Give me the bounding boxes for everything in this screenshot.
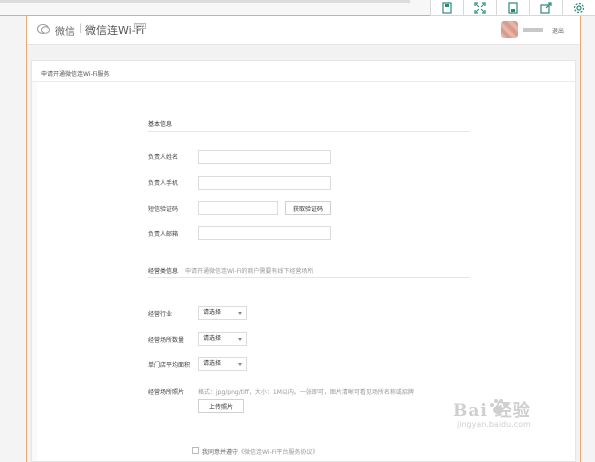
card-title: 申请开通微信连Wi-Fi服务: [41, 71, 110, 78]
agreement-prefix: 我同意并遵守: [202, 449, 239, 456]
agree-checkbox[interactable]: [192, 447, 199, 454]
card-side-strip: [32, 82, 37, 461]
email-input[interactable]: [198, 226, 331, 240]
agreement-link[interactable]: 《微信连Wi-Fi平台服务协议》: [238, 449, 318, 456]
floating-toolbar: [430, 0, 595, 16]
field-label-email: 负责人邮箱: [148, 231, 179, 238]
field-label-venue-count: 经营场所数量: [148, 337, 185, 344]
upload-photo-button[interactable]: 上传照片: [198, 399, 244, 413]
field-label-area: 单门店平均面积: [148, 362, 191, 369]
username-blurred[interactable]: [523, 28, 543, 32]
section-title-business: 经营类信息: [148, 268, 179, 275]
field-label-industry: 经营行业: [148, 311, 173, 318]
section-title-basic: 基本信息: [148, 121, 173, 128]
name-input[interactable]: [198, 150, 331, 164]
share-icon[interactable]: [529, 0, 562, 16]
sms-code-input[interactable]: [198, 201, 278, 215]
photo-hint: 格式：jpg/png/tiff，大小：1M以内。一张即可，图片清晰可看见场所名称…: [198, 389, 414, 396]
field-label-sms-code: 短信验证码: [148, 206, 179, 213]
logout-link[interactable]: 退出: [552, 26, 564, 35]
field-label-photo: 经营场所照片: [148, 389, 185, 396]
agreement-text: 我同意并遵守《微信连Wi-Fi平台服务协议》: [202, 447, 318, 456]
paw-icon: [490, 399, 507, 414]
avatar[interactable]: [501, 21, 518, 38]
industry-select-value: 请选择: [203, 309, 222, 316]
field-label-phone: 负责人手机: [148, 180, 179, 187]
industry-select[interactable]: 请选择: [198, 306, 247, 320]
section-divider: [148, 131, 470, 132]
section-divider: [148, 277, 470, 278]
settings-icon[interactable]: [562, 0, 595, 16]
fullscreen-icon[interactable]: [463, 0, 496, 16]
app-header: 微信 | 微信连Wi-Fi beta 退出: [27, 16, 580, 45]
phone-input[interactable]: [198, 176, 331, 190]
section-desc-business: 申请开通微信连Wi-Fi的商户需要有线下经营场所: [185, 268, 314, 275]
venue-count-select-value: 请选择: [203, 335, 222, 342]
venue-count-select[interactable]: 请选择: [198, 332, 247, 346]
save-icon[interactable]: [430, 0, 463, 16]
brand-separator: |: [79, 23, 83, 34]
field-label-name: 负责人姓名: [148, 154, 179, 161]
save-as-icon[interactable]: [496, 0, 529, 16]
area-select-value: 请选择: [203, 360, 222, 367]
watermark-url: jingyan.baidu.com: [457, 420, 531, 429]
chevron-down-icon: [238, 363, 242, 366]
chevron-down-icon: [238, 338, 242, 341]
baidu-jingyan-watermark: Bai 经验 jingyan.baidu.com: [453, 396, 568, 446]
get-code-button[interactable]: 获取验证码: [285, 201, 331, 215]
brand-name: 微信: [55, 27, 75, 38]
beta-badge: beta: [134, 23, 146, 29]
wechat-logo-icon: [37, 24, 50, 34]
address-bar-remnant: [0, 0, 410, 3]
chevron-down-icon: [238, 312, 242, 315]
card-divider: [32, 81, 575, 82]
page: 微信 | 微信连Wi-Fi beta 退出 申请开通微信连Wi-Fi服务 基本信…: [0, 0, 595, 462]
area-select[interactable]: 请选择: [198, 357, 247, 371]
